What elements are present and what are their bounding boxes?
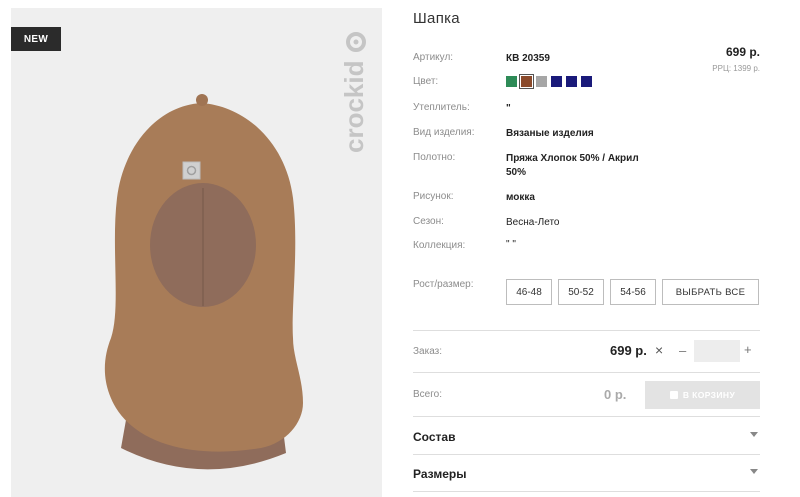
type-value: Вязаные изделия: [506, 128, 594, 139]
select-all-sizes-button[interactable]: ВЫБРАТЬ ВСЕ: [662, 279, 759, 305]
quantity-input[interactable]: [694, 340, 740, 362]
quantity-decrease-button[interactable]: –: [679, 343, 686, 358]
season-label: Сезон:: [413, 216, 444, 227]
add-to-cart-button[interactable]: В КОРЗИНУ: [645, 381, 760, 409]
color-swatch[interactable]: [566, 76, 577, 87]
insulation-value: ": [506, 103, 511, 114]
color-swatches: [506, 74, 592, 89]
insulation-label: Утеплитель:: [413, 102, 470, 113]
fabric-value: Пряжа Хлопок 50% / Акрил 50%: [506, 153, 639, 178]
order-row: Заказ: 699 р. × – +: [413, 338, 760, 366]
product-price: 699 р.: [725, 45, 760, 59]
color-swatch[interactable]: [506, 76, 517, 87]
color-swatch[interactable]: [581, 76, 592, 87]
collection-label: Коллекция:: [413, 240, 466, 251]
hat-top-knot: [196, 94, 208, 106]
product-image-panel: crockid NEW: [11, 8, 382, 497]
size-option-50-52[interactable]: 50-52: [558, 279, 604, 305]
product-details: Шапка 699 р. РРЦ: 1399 р. Артикул: КВ 20…: [413, 0, 760, 497]
add-to-cart-label: В КОРЗИНУ: [682, 390, 736, 400]
brand-tag-icon: [182, 161, 201, 180]
accordion-sizes[interactable]: Размеры: [413, 455, 760, 491]
article-label: Артикул:: [413, 52, 454, 63]
order-price: 699 р.: [610, 343, 647, 358]
article-value: КВ 20359: [506, 53, 550, 64]
total-value: 0 р.: [604, 387, 627, 402]
accordion-sizes-label: Размеры: [413, 467, 467, 481]
pattern-label: Рисунок:: [413, 191, 454, 202]
pattern-value: мокка: [506, 192, 535, 203]
size-option-46-48[interactable]: 46-48: [506, 279, 552, 305]
size-options: 46-48 50-52 54-56 ВЫБРАТЬ ВСЕ: [506, 279, 759, 305]
chevron-down-icon: [750, 469, 758, 474]
color-label: Цвет:: [413, 76, 439, 87]
cart-icon: [669, 391, 678, 399]
fabric-label: Полотно:: [413, 152, 456, 163]
divider: [413, 491, 760, 492]
color-swatch[interactable]: [519, 74, 534, 89]
size-option-54-56[interactable]: 54-56: [610, 279, 656, 305]
season-value: Весна-Лето: [506, 217, 560, 228]
rrc-price: РРЦ: 1399 р.: [712, 64, 760, 73]
color-swatch[interactable]: [551, 76, 562, 87]
collection-value: " ": [506, 239, 516, 250]
new-badge: NEW: [11, 27, 61, 51]
type-label: Вид изделия:: [413, 127, 475, 138]
divider: [413, 416, 760, 417]
accordion-composition[interactable]: Состав: [413, 418, 760, 454]
total-label: Всего:: [413, 389, 442, 400]
product-photo: crockid: [104, 32, 369, 470]
remove-order-button[interactable]: ×: [655, 342, 663, 358]
divider: [413, 330, 760, 331]
total-row: Всего: 0 р. В КОРЗИНУ: [413, 381, 760, 409]
product-title: Шапка: [413, 10, 460, 27]
order-label: Заказ:: [413, 346, 443, 357]
size-label: Рост/размер:: [413, 279, 474, 290]
chevron-down-icon: [750, 432, 758, 437]
brand-logo: crockid: [339, 61, 369, 154]
quantity-increase-button[interactable]: +: [744, 342, 752, 357]
color-swatch[interactable]: [536, 76, 547, 87]
divider: [413, 372, 760, 373]
accordion-composition-label: Состав: [413, 430, 456, 444]
